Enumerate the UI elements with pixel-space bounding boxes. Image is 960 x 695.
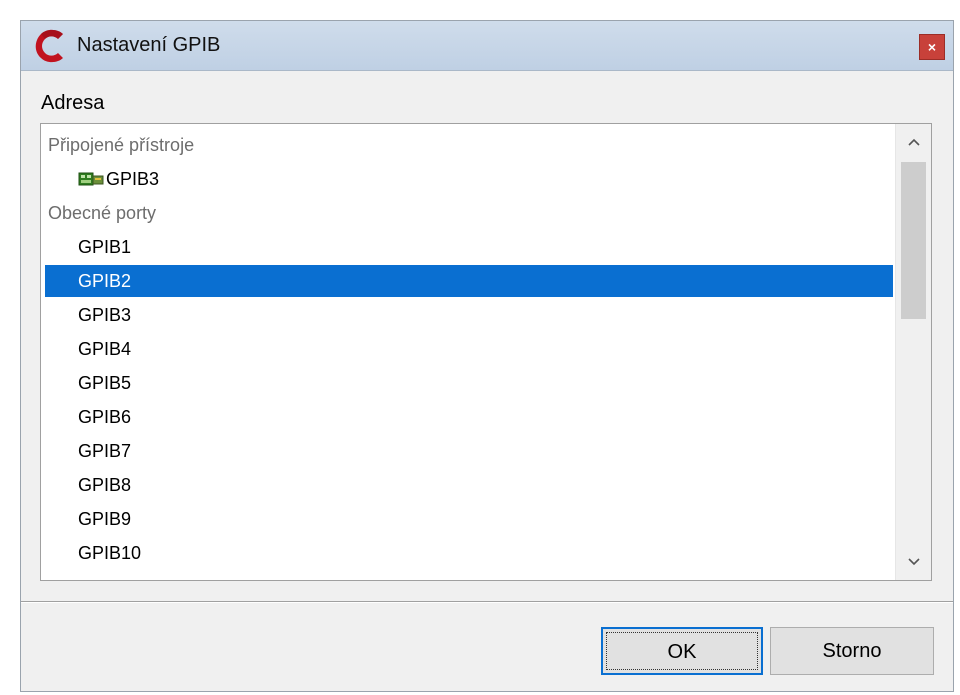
scroll-thumb[interactable] bbox=[901, 162, 926, 319]
list-item-connected-gpib3[interactable]: GPIB3 bbox=[45, 163, 893, 195]
footer-separator bbox=[21, 601, 953, 603]
list-item-gpib6[interactable]: GPIB6 bbox=[45, 401, 893, 433]
group-header-connected-instruments: Připojené přístroje bbox=[48, 135, 195, 155]
gpib-settings-dialog: Nastavení GPIB × Adresa Připojené přístr… bbox=[20, 20, 954, 692]
address-listbox[interactable]: Připojené přístroje GPIB3 Obecné porty G… bbox=[40, 123, 932, 581]
ok-button[interactable]: OK bbox=[601, 627, 763, 675]
focus-ring bbox=[606, 632, 758, 670]
chevron-up-icon bbox=[907, 138, 920, 146]
cancel-button[interactable]: Storno bbox=[770, 627, 934, 675]
instrument-icon bbox=[78, 172, 104, 186]
vertical-scrollbar[interactable] bbox=[895, 124, 931, 580]
list-item-gpib4[interactable]: GPIB4 bbox=[45, 333, 893, 365]
list-item-gpib2[interactable]: GPIB2 bbox=[45, 265, 893, 297]
close-icon: × bbox=[927, 39, 937, 55]
group-header-general-ports: Obecné porty bbox=[48, 203, 157, 223]
address-label: Adresa bbox=[41, 92, 105, 114]
scroll-down-button[interactable] bbox=[896, 544, 931, 580]
app-logo-icon bbox=[35, 29, 63, 63]
list-item-gpib10[interactable]: GPIB10 bbox=[45, 537, 893, 569]
chevron-down-icon bbox=[907, 558, 920, 565]
list-item-gpib9[interactable]: GPIB9 bbox=[45, 503, 893, 535]
list-item-gpib8[interactable]: GPIB8 bbox=[45, 469, 893, 501]
list-item-gpib1[interactable]: GPIB1 bbox=[45, 231, 893, 263]
list-item-gpib5[interactable]: GPIB5 bbox=[45, 367, 893, 399]
list-item-gpib7[interactable]: GPIB7 bbox=[45, 435, 893, 467]
scroll-up-button[interactable] bbox=[896, 124, 931, 160]
title-bar[interactable]: Nastavení GPIB × bbox=[21, 21, 953, 71]
list-item-gpib3[interactable]: GPIB3 bbox=[45, 299, 893, 331]
window-title: Nastavení GPIB bbox=[77, 34, 221, 56]
list-item-label: GPIB3 bbox=[106, 169, 160, 189]
close-button[interactable]: × bbox=[919, 34, 945, 60]
